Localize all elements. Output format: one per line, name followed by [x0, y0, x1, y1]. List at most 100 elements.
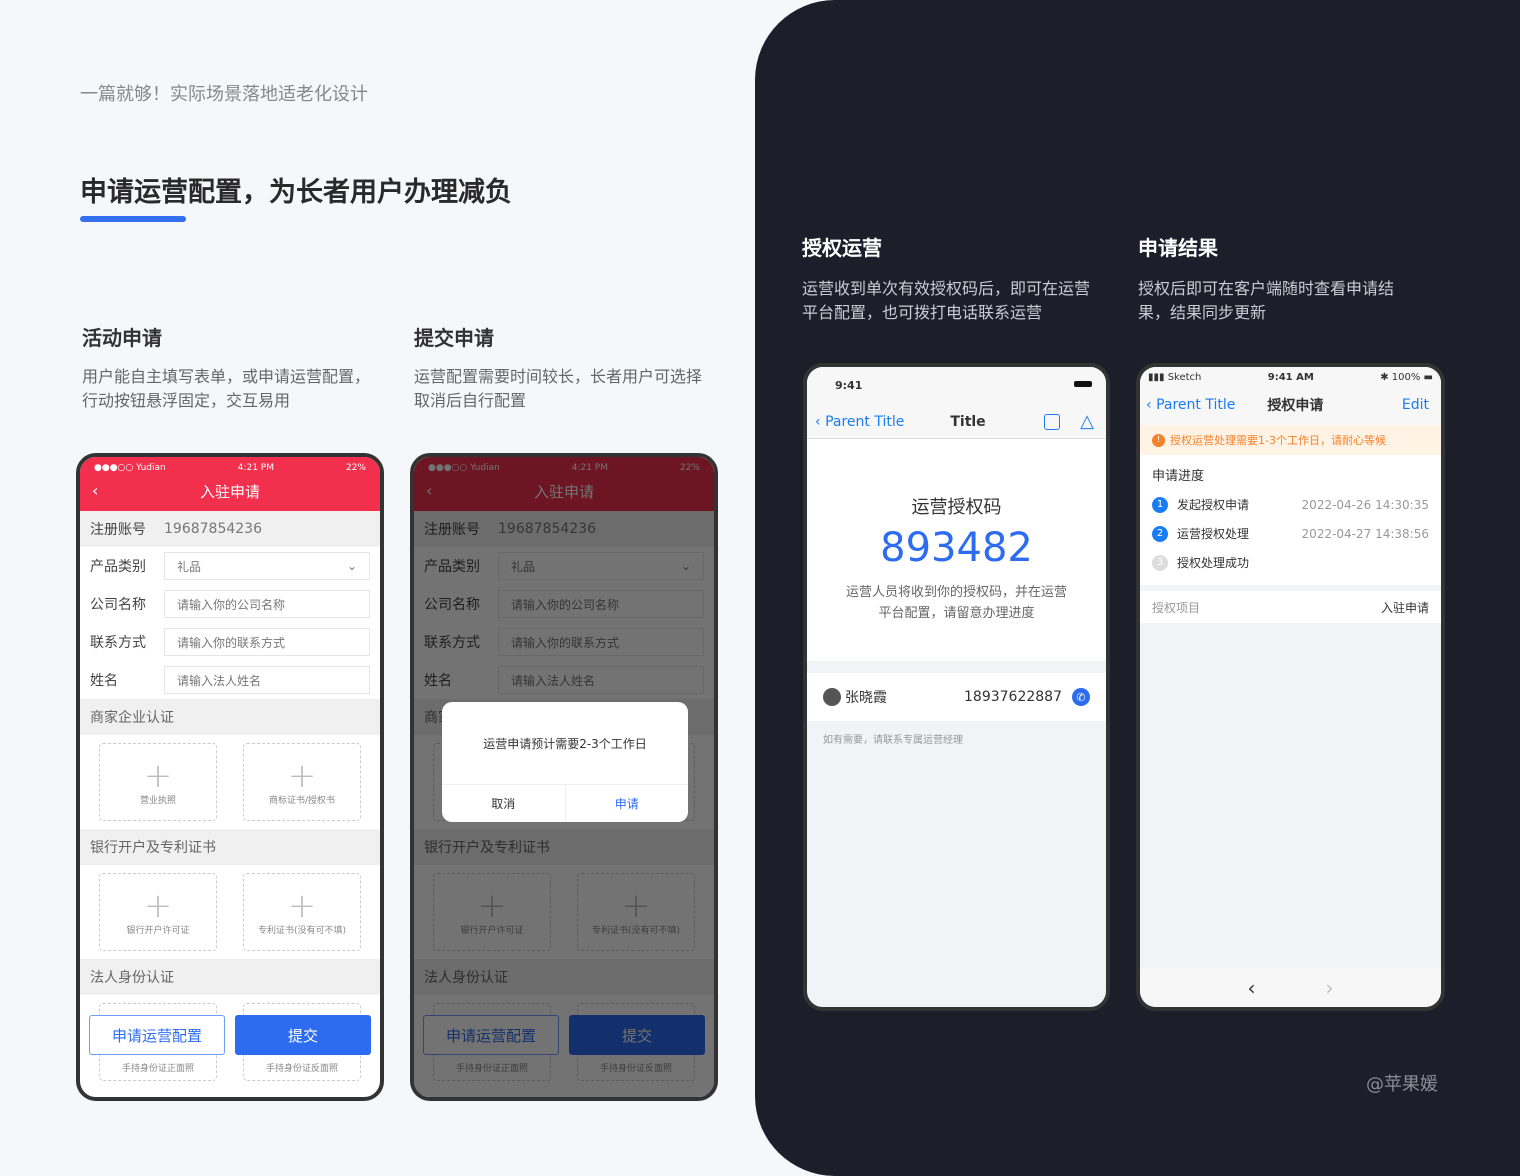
triangle-icon[interactable]: △: [1080, 411, 1094, 432]
phone-result: ▮▮▮ Sketch 9:41 AM ✱ 100% ▬ ‹ Parent Tit…: [1136, 363, 1445, 1011]
account-row: 注册账号 19687854236: [80, 511, 380, 547]
nav-title: 入驻申请: [199, 483, 260, 501]
field-label: 姓名: [90, 673, 118, 689]
toolbar: ‹ ›: [1140, 969, 1441, 1007]
upload-label: 专利证书(没有可不填): [257, 925, 347, 936]
progress-card: 申请进度 1 发起授权申请 2022-04-26 14:30:35 2 运营授权处理 2…: [1140, 455, 1441, 585]
status-time: 4:21 PM: [237, 463, 274, 473]
back-label: Parent Title: [825, 413, 905, 430]
carrier-name: Sketch: [1167, 372, 1202, 383]
field-label: 联系方式: [90, 635, 146, 651]
upload-box[interactable]: +商标证书/授权书: [243, 743, 361, 821]
status-bar: ●●●○○ Yudian 4:21 PM 22%: [80, 457, 380, 473]
warning-icon: !: [1152, 433, 1165, 447]
contact-name: 张晓霞: [845, 690, 887, 706]
phone-call-icon[interactable]: ✆: [1072, 688, 1090, 706]
step-number: 3: [1152, 554, 1168, 571]
code-desc: 平台配置，请留意办理进度: [878, 606, 1035, 621]
item-row: 授权项目 入驻申请: [1140, 591, 1441, 623]
square-icon[interactable]: [1044, 413, 1061, 430]
section-title: 申请结果: [1138, 236, 1218, 260]
form-header: ●●●○○ Yudian4:21 PM22% ‹ 入驻申请: [80, 457, 380, 511]
field-label: 产品类别: [90, 559, 146, 575]
carrier: ●●●○○ Yudian: [94, 463, 166, 473]
auth-code: 893482: [880, 525, 1033, 571]
confirm-dialog: 运营申请预计需要2-3个工作日 取消 申请: [442, 702, 688, 822]
contact-input[interactable]: 请输入你的联系方式: [164, 628, 370, 656]
status-time: 9:41 AM: [1267, 372, 1314, 383]
plus-icon: +: [143, 755, 173, 796]
category-select[interactable]: 礼品 ⌄: [164, 552, 370, 580]
item-label: 授权项目: [1152, 600, 1201, 615]
upload-label: 营业执照: [139, 795, 176, 806]
section-title: 授权运营: [802, 236, 882, 260]
section-result: 申请结果 授权后即可在客户端随时查看申请结果，结果同步更新: [1138, 232, 1423, 325]
step-item: 1 发起授权申请 2022-04-26 14:30:35: [1152, 490, 1429, 519]
field-row: 产品类别 礼品 ⌄: [80, 547, 380, 585]
section-title: 提交申请: [414, 326, 494, 350]
upload-label: 手持身份证正面照: [121, 1064, 194, 1074]
notice-text: 授权运营处理需要1-3个工作日，请耐心等候: [1170, 434, 1386, 447]
step-item: 3 授权处理成功: [1152, 548, 1429, 577]
phone-form: ●●●○○ Yudian 4:21 PM 22% ‹ 入驻申请 注册账号 196878…: [76, 453, 384, 1101]
section-desc: 授权后即可在客户端随时查看申请结果，结果同步更新: [1138, 279, 1395, 322]
page-title: 申请运营配置，为长者用户办理减负: [80, 177, 512, 208]
title-underline: [80, 216, 186, 222]
nav-title: 授权申请: [1267, 398, 1324, 414]
upload-label: 商标证书/授权书: [268, 795, 336, 806]
field-label: 注册账号: [90, 522, 146, 538]
plus-icon: +: [287, 885, 317, 926]
code-card: 运营授权码 893482 运营人员将收到你的授权码，并在运营 平台配置，请留意办…: [807, 439, 1106, 661]
code-desc: 运营人员将收到你的授权码，并在运营: [845, 585, 1067, 600]
upload-box[interactable]: +专利证书(没有可不填): [243, 873, 361, 951]
watermark: @苹果媛: [1366, 1074, 1438, 1095]
section-activity: 活动申请 用户能自主填写表单，或申请运营配置，行动按钮悬浮固定，交互易用: [82, 322, 372, 413]
edit-button[interactable]: Edit: [1402, 397, 1429, 413]
step-time: 2022-04-27 14:38:56: [1301, 526, 1429, 541]
section-authorize: 授权运营 运营收到单次有效授权码后，即可在运营平台配置，也可拨打电话联系运营: [802, 232, 1102, 325]
section-desc: 运营收到单次有效授权码后，即可在运营平台配置，也可拨打电话联系运营: [802, 279, 1091, 322]
confirm-button[interactable]: 申请: [566, 785, 689, 822]
carrier: ▮▮▮ Sketch: [1148, 372, 1202, 383]
code-heading: 运营授权码: [911, 497, 1002, 518]
step-label: 发起授权申请: [1177, 498, 1250, 512]
group-header: 商家企业认证: [80, 699, 380, 735]
chevron-down-icon: ⌄: [346, 559, 357, 573]
company-input[interactable]: 请输入你的公司名称: [164, 590, 370, 618]
apply-config-button[interactable]: 申请运营配置: [89, 1015, 225, 1055]
notice-bar: ! 授权运营处理需要1-3个工作日，请耐心等候: [1140, 425, 1441, 455]
cancel-button[interactable]: 取消: [442, 785, 566, 822]
group-header: 银行开户及专利证书: [80, 829, 380, 865]
account-value: 19687854236: [164, 521, 262, 537]
section-desc: 运营配置需要时间较长，长者用户可选择取消后自行配置: [414, 367, 703, 410]
name-input[interactable]: 请输入法人姓名: [164, 666, 370, 694]
upload-box[interactable]: +银行开户许可证: [99, 873, 217, 951]
section-desc: 用户能自主填写表单，或申请运营配置，行动按钮悬浮固定，交互易用: [82, 367, 371, 410]
phone-form-dialog: ●●●○○ Yudian4:21 PM22% ‹ 入驻申请 注册账号196878…: [410, 453, 718, 1101]
back-label: Parent Title: [1156, 397, 1236, 413]
step-item: 2 运营授权处理 2022-04-27 14:38:56: [1152, 519, 1429, 548]
upload-label: 银行开户许可证: [126, 925, 190, 936]
step-number: 2: [1152, 525, 1168, 542]
battery-level: 100%: [1391, 372, 1421, 383]
upload-box[interactable]: +营业执照: [99, 743, 217, 821]
field-row: 联系方式 请输入你的联系方式: [80, 623, 380, 661]
step-time: 2022-04-26 14:30:35: [1301, 497, 1429, 512]
field-row: 公司名称 请输入你的公司名称: [80, 585, 380, 623]
upload-label: 手持身份证反面照: [265, 1064, 338, 1074]
avatar: [823, 688, 841, 706]
battery: 22%: [345, 463, 366, 473]
page-subtitle: 一篇就够！实际场景落地适老化设计: [80, 84, 368, 105]
status-time: 9:41: [835, 379, 863, 392]
back-button[interactable]: ‹ Parent Title: [1146, 397, 1235, 413]
field-row: 姓名 请输入法人姓名: [80, 661, 380, 699]
group-header: 法人身份认证: [80, 959, 380, 995]
back-button[interactable]: ‹ Parent Title: [815, 414, 904, 430]
phone-auth-code: 9:41 ‹ Parent Title Title △ 运营授权码 893482…: [803, 363, 1110, 1011]
contact-note: 如有需要，请联系专属运营经理: [823, 735, 963, 746]
chevron-left-icon[interactable]: ‹: [1248, 976, 1256, 1000]
progress-title: 申请进度: [1152, 469, 1205, 484]
chevron-right-icon[interactable]: ›: [1326, 976, 1334, 1000]
plus-icon: +: [143, 885, 173, 926]
submit-button[interactable]: 提交: [235, 1015, 371, 1055]
